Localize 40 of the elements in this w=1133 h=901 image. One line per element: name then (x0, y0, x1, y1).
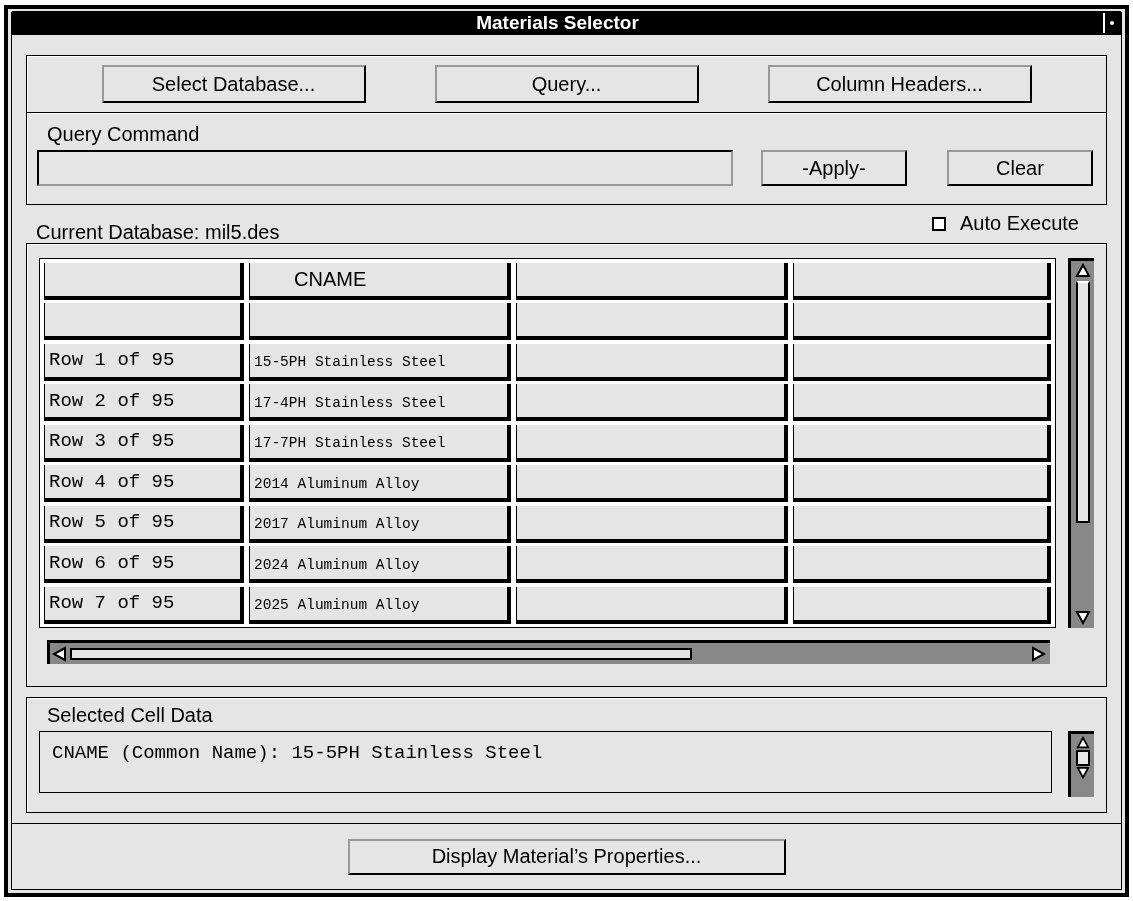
current-database-label: Current Database: mil5.des (36, 221, 280, 243)
row-label: Row 5 of 95 (44, 505, 244, 543)
clear-button[interactable]: Clear (947, 150, 1093, 186)
scroll-up-icon[interactable] (1074, 263, 1091, 279)
scroll-up-icon[interactable] (1074, 736, 1091, 750)
table-cell[interactable]: 17-4PH Stainless Steel (249, 384, 511, 422)
query-command-field[interactable] (37, 150, 733, 186)
row-label: Row 7 of 95 (44, 586, 244, 624)
scrollbar-thumb[interactable] (1075, 750, 1090, 766)
window-title: Materials Selector (475, 12, 640, 34)
toolbar-button[interactable]: Query... (434, 65, 699, 103)
table-cell[interactable]: 2025 Aluminum Alloy (249, 586, 511, 624)
horizontal-scrollbar[interactable] (47, 640, 1050, 664)
text-scrollbar[interactable] (1068, 731, 1094, 797)
row-label: Row 2 of 95 (44, 384, 244, 422)
scroll-right-icon[interactable] (1030, 645, 1046, 662)
table-cell[interactable]: 2024 Aluminum Alloy (249, 546, 511, 584)
scroll-left-icon[interactable] (52, 645, 68, 662)
vertical-scrollbar[interactable] (1068, 258, 1094, 628)
table-cell[interactable]: 2017 Aluminum Alloy (249, 505, 511, 543)
scroll-down-icon[interactable] (1074, 610, 1091, 626)
row-label: Row 3 of 95 (44, 424, 244, 462)
toolbar-button[interactable]: Select Database... (101, 65, 366, 103)
scroll-down-icon[interactable] (1074, 766, 1091, 780)
table-cell[interactable]: 17-7PH Stainless Steel (249, 424, 511, 462)
row-label: Row 4 of 95 (44, 465, 244, 503)
auto-execute-label: Auto Execute (960, 212, 1079, 235)
query-command-label: Query Command (47, 123, 201, 146)
column-header[interactable]: CNAME (249, 263, 511, 300)
toolbar-button[interactable]: Column Headers... (767, 65, 1032, 103)
display-properties-button[interactable]: Display Material’s Properties... (347, 838, 786, 875)
table-cell[interactable]: 2014 Aluminum Alloy (249, 465, 511, 503)
row-label: Row 1 of 95 (44, 343, 244, 381)
apply-button[interactable]: -Apply- (761, 150, 907, 186)
auto-execute-checkbox[interactable] (932, 216, 947, 231)
selected-cell-label: Selected Cell Data (47, 704, 213, 726)
row-label: Row 6 of 95 (44, 546, 244, 584)
scrollbar-thumb[interactable] (70, 647, 692, 660)
table-cell[interactable]: 15-5PH Stainless Steel (249, 343, 511, 381)
selected-cell-text: CNAME (Common Name): 15-5PH Stainless Steel (39, 731, 1053, 793)
